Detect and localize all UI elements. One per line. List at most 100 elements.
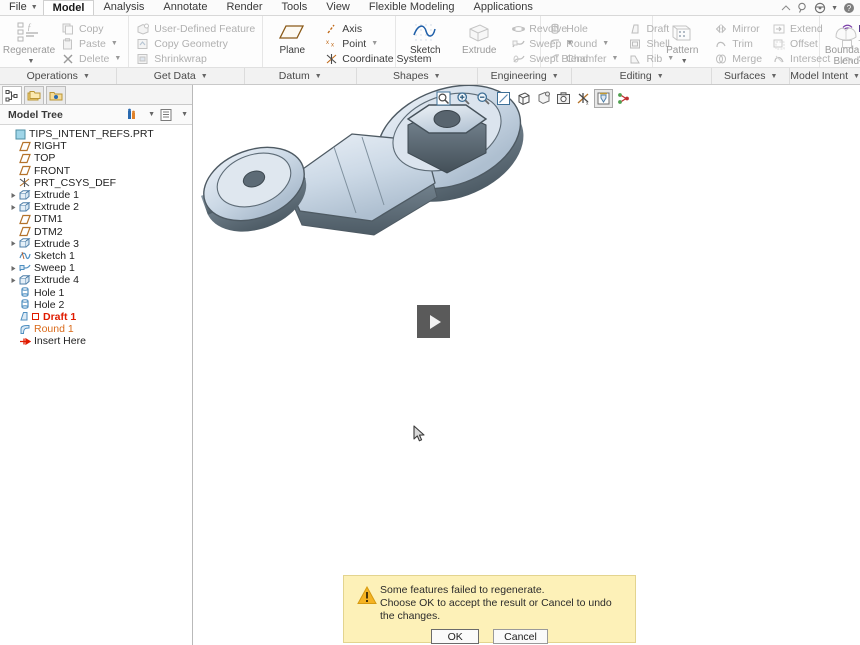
search-icon[interactable] <box>797 2 809 14</box>
tree-item-round-1[interactable]: Round 1 <box>0 323 192 335</box>
tree-settings-icon[interactable] <box>158 107 174 123</box>
expand-arrow-icon[interactable] <box>8 265 18 272</box>
menu-tab-flexible-modeling[interactable]: Flexible Modeling <box>360 0 465 15</box>
cancel-button[interactable]: Cancel <box>493 629 548 644</box>
navigator-tab-favorites[interactable] <box>46 86 66 104</box>
chevron-down-icon[interactable]: ▼ <box>612 55 619 62</box>
mirror-button[interactable]: Mirror <box>711 21 765 36</box>
extrude-feature-icon <box>18 274 32 286</box>
ok-button[interactable]: OK <box>431 629 480 644</box>
chevron-down-icon[interactable]: ▼ <box>114 55 121 62</box>
menu-tab-analysis[interactable]: Analysis <box>94 0 154 15</box>
navigator-tab-folder-browser[interactable] <box>24 86 44 104</box>
tree-item-label: RIGHT <box>34 140 67 153</box>
help-icon[interactable]: ? <box>843 2 855 14</box>
tree-item-right[interactable]: RIGHT <box>0 140 192 152</box>
model-tree-body[interactable]: TIPS_INTENT_REFS.PRT RIGHT TOP FRONT PRT… <box>0 125 192 645</box>
navigator-tab-model-tree[interactable] <box>2 86 22 104</box>
expand-arrow-icon[interactable] <box>8 277 18 284</box>
tree-item-extrude-1[interactable]: Extrude 1 <box>0 189 192 201</box>
favorites-folder-icon <box>49 91 63 100</box>
group-label-model-intent[interactable]: Model Intent ▼ <box>790 68 860 84</box>
expand-arrow-icon[interactable] <box>8 204 18 211</box>
chevron-down-icon[interactable]: ▼ <box>371 40 378 47</box>
chevron-down-icon[interactable]: ▼ <box>602 40 609 47</box>
round-button[interactable]: Round ▼ <box>545 36 621 51</box>
account-icon[interactable] <box>814 2 826 14</box>
group-label-operations[interactable]: Operations ▼ <box>0 68 118 84</box>
paste-button[interactable]: Paste ▼ <box>58 36 124 51</box>
user-defined-feature-button[interactable]: User-Defined Feature <box>133 21 258 36</box>
chevron-down-icon[interactable]: ▼ <box>148 111 155 118</box>
spin-center-button[interactable] <box>614 89 633 108</box>
group-label-editing[interactable]: Editing ▼ <box>572 68 713 84</box>
tree-item-dtm1[interactable]: DTM1 <box>0 213 192 225</box>
delete-button[interactable]: Delete ▼ <box>58 51 124 66</box>
tree-item-dtm2[interactable]: DTM2 <box>0 226 192 238</box>
minimize-icon[interactable] <box>780 2 792 14</box>
annotation-display-button[interactable] <box>594 88 613 108</box>
shrinkwrap-button[interactable]: Shrinkwrap <box>133 51 258 66</box>
filter-icon[interactable] <box>125 107 141 123</box>
tree-item-front[interactable]: FRONT <box>0 165 192 177</box>
view-manager-button[interactable] <box>554 89 573 108</box>
saved-orientations-button[interactable] <box>534 89 553 108</box>
menu-item-file[interactable]: File ▼ <box>0 0 43 15</box>
trim-button[interactable]: Trim <box>711 36 765 51</box>
group-label-datum[interactable]: Datum ▼ <box>245 68 357 84</box>
repaint-button[interactable] <box>494 89 513 108</box>
menu-tab-tools[interactable]: Tools <box>273 0 318 15</box>
sketch-button[interactable]: Sketch <box>400 19 450 56</box>
tree-item-prt-csys-def[interactable]: PRT_CSYS_DEF <box>0 177 192 189</box>
graphics-window[interactable] <box>194 85 860 645</box>
play-button-icon[interactable] <box>417 305 450 338</box>
chevron-down-icon[interactable]: ▼ <box>681 56 688 67</box>
hole-button[interactable]: Hole <box>545 21 621 36</box>
tree-item-sketch-1[interactable]: Sketch 1 <box>0 250 192 262</box>
model-3d-view[interactable] <box>194 85 860 645</box>
chevron-down-icon[interactable]: ▼ <box>831 5 838 12</box>
menu-tab-render[interactable]: Render <box>217 0 272 15</box>
merge-button[interactable]: Merge <box>711 51 765 66</box>
menu-tab-applications[interactable]: Applications <box>465 0 543 15</box>
tree-item-extrude-4[interactable]: Extrude 4 <box>0 274 192 286</box>
menu-tab-annotate[interactable]: Annotate <box>154 0 217 15</box>
chamfer-button[interactable]: Chamfer ▼ <box>545 51 621 66</box>
chevron-down-icon: ▼ <box>433 72 441 80</box>
menu-tab-view[interactable]: View <box>317 0 360 15</box>
expand-arrow-icon[interactable] <box>8 192 18 199</box>
chevron-down-icon[interactable]: ▼ <box>111 40 118 47</box>
pattern-button[interactable]: Pattern ▼ <box>657 19 707 67</box>
copy-geometry-button[interactable]: Copy Geometry <box>133 36 258 51</box>
display-style-button[interactable] <box>514 89 533 108</box>
tree-item-hole-2[interactable]: Hole 2 <box>0 299 192 311</box>
refit-button[interactable] <box>434 89 453 108</box>
tree-item-extrude-2[interactable]: Extrude 2 <box>0 201 192 213</box>
hex-boss-through-hole <box>433 110 461 128</box>
tree-item-extrude-3[interactable]: Extrude 3 <box>0 238 192 250</box>
expand-arrow-icon[interactable] <box>8 240 18 247</box>
tree-item-hole-1[interactable]: Hole 1 <box>0 286 192 299</box>
copy-button[interactable]: Copy <box>58 21 124 36</box>
model-tree-header: Model Tree ▼ ▼ <box>0 105 192 125</box>
boundary-blend-button[interactable]: Boundary Blend <box>824 19 860 67</box>
tree-item-top[interactable]: TOP <box>0 152 192 164</box>
regenerate-button[interactable]: ƒ Regenerate ▼ <box>3 19 55 67</box>
delete-label: Delete <box>79 52 110 65</box>
group-label-shapes[interactable]: Shapes ▼ <box>357 68 479 84</box>
chevron-down-icon[interactable]: ▼ <box>28 56 35 67</box>
group-label-engineering[interactable]: Engineering ▼ <box>478 68 573 84</box>
tree-item-part-root[interactable]: TIPS_INTENT_REFS.PRT <box>0 128 192 140</box>
tree-item-sweep-1[interactable]: Sweep 1 <box>0 262 192 274</box>
zoom-out-button[interactable] <box>474 89 493 108</box>
group-label-get-data[interactable]: Get Data ▼ <box>117 68 245 84</box>
datum-display-filters-button[interactable]: x <box>574 89 593 108</box>
tree-item-insert-here[interactable]: Insert Here <box>0 335 192 347</box>
plane-button[interactable]: Plane <box>267 19 317 56</box>
zoom-in-button[interactable] <box>454 89 473 108</box>
tree-item-draft-1[interactable]: Draft 1 <box>0 311 192 323</box>
chevron-down-icon[interactable]: ▼ <box>181 111 188 118</box>
menu-tab-model[interactable]: Model <box>42 0 95 15</box>
group-label-surfaces[interactable]: Surfaces ▼ <box>712 68 791 84</box>
extrude-button[interactable]: Extrude <box>454 19 504 56</box>
